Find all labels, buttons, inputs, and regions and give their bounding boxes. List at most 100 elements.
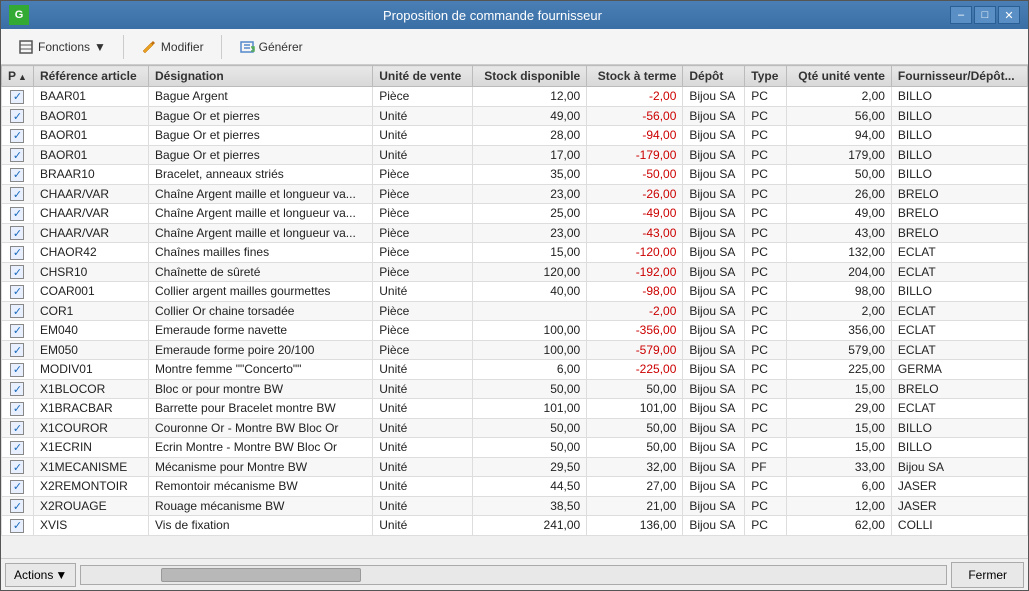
fonctions-button[interactable]: Fonctions ▼ <box>9 33 115 61</box>
maximize-button[interactable]: □ <box>974 6 996 24</box>
row-depot: Bijou SA <box>683 399 745 419</box>
row-type: PC <box>745 87 787 107</box>
generer-button[interactable]: Générer <box>230 33 312 61</box>
row-checkbox[interactable]: ✓ <box>2 379 34 399</box>
table-row[interactable]: ✓X1COURORCouronne Or - Montre BW Bloc Or… <box>2 418 1028 438</box>
row-checkbox[interactable]: ✓ <box>2 126 34 146</box>
table-row[interactable]: ✓BAAR01Bague ArgentPièce12,00-2,00Bijou … <box>2 87 1028 107</box>
row-checkbox[interactable]: ✓ <box>2 301 34 321</box>
row-depot: Bijou SA <box>683 457 745 477</box>
table-row[interactable]: ✓EM050Emeraude forme poire 20/100Pièce10… <box>2 340 1028 360</box>
table-row[interactable]: ✓CHAAR/VARChaîne Argent maille et longue… <box>2 184 1028 204</box>
table-row[interactable]: ✓X1BLOCORBloc or pour montre BWUnité50,0… <box>2 379 1028 399</box>
col-stock-terme[interactable]: Stock à terme <box>587 66 683 87</box>
table-row[interactable]: ✓BRAAR10Bracelet, anneaux striésPièce35,… <box>2 165 1028 185</box>
table-row[interactable]: ✓COR1Collier Or chaine torsadéePièce-2,0… <box>2 301 1028 321</box>
row-depot: Bijou SA <box>683 106 745 126</box>
table-row[interactable]: ✓X2ROUAGERouage mécanisme BWUnité38,5021… <box>2 496 1028 516</box>
table-row[interactable]: ✓MODIV01Montre femme ""Concerto""Unité6,… <box>2 360 1028 380</box>
col-fournisseur[interactable]: Fournisseur/Dépôt... <box>891 66 1027 87</box>
row-type: PC <box>745 301 787 321</box>
col-stock-dispo[interactable]: Stock disponible <box>472 66 586 87</box>
table-row[interactable]: ✓COAR001Collier argent mailles gourmette… <box>2 282 1028 302</box>
row-checkbox[interactable]: ✓ <box>2 477 34 497</box>
row-checkbox[interactable]: ✓ <box>2 282 34 302</box>
row-checkbox[interactable]: ✓ <box>2 243 34 263</box>
actions-dropdown-arrow: ▼ <box>55 568 67 582</box>
col-type[interactable]: Type <box>745 66 787 87</box>
table-row[interactable]: ✓CHAAR/VARChaîne Argent maille et longue… <box>2 223 1028 243</box>
row-checkbox[interactable]: ✓ <box>2 418 34 438</box>
scroll-thumb[interactable] <box>161 568 361 582</box>
col-qte-unite[interactable]: Qté unité vente <box>787 66 892 87</box>
row-type: PC <box>745 438 787 458</box>
table-row[interactable]: ✓X1BRACBARBarrette pour Bracelet montre … <box>2 399 1028 419</box>
table-row[interactable]: ✓X2REMONTOIRRemontoir mécanisme BWUnité4… <box>2 477 1028 497</box>
col-depot[interactable]: Dépôt <box>683 66 745 87</box>
col-reference[interactable]: Référence article <box>33 66 148 87</box>
row-stock-dispo: 100,00 <box>472 340 586 360</box>
row-checkbox[interactable]: ✓ <box>2 87 34 107</box>
row-reference: CHAAR/VAR <box>33 223 148 243</box>
row-checkbox[interactable]: ✓ <box>2 438 34 458</box>
row-checkbox[interactable]: ✓ <box>2 145 34 165</box>
row-checkbox[interactable]: ✓ <box>2 457 34 477</box>
row-checkbox[interactable]: ✓ <box>2 184 34 204</box>
row-checkbox[interactable]: ✓ <box>2 223 34 243</box>
toolbar: Fonctions ▼ Modifier <box>1 29 1028 65</box>
modifier-button[interactable]: Modifier <box>132 33 213 61</box>
table-container: P▲ Référence article Désignation Unité d… <box>1 65 1028 558</box>
row-stock-dispo: 23,00 <box>472 184 586 204</box>
fermer-button[interactable]: Fermer <box>951 562 1024 588</box>
data-table: P▲ Référence article Désignation Unité d… <box>1 65 1028 536</box>
row-fournisseur: BILLO <box>891 145 1027 165</box>
checkbox-icon: ✓ <box>10 109 24 123</box>
row-checkbox[interactable]: ✓ <box>2 204 34 224</box>
row-type: PC <box>745 340 787 360</box>
row-stock-dispo: 50,00 <box>472 418 586 438</box>
row-checkbox[interactable]: ✓ <box>2 399 34 419</box>
row-checkbox[interactable]: ✓ <box>2 165 34 185</box>
table-scroll[interactable]: P▲ Référence article Désignation Unité d… <box>1 65 1028 558</box>
checkbox-icon: ✓ <box>10 382 24 396</box>
row-checkbox[interactable]: ✓ <box>2 321 34 341</box>
table-row[interactable]: ✓BAOR01Bague Or et pierresUnité49,00-56,… <box>2 106 1028 126</box>
row-reference: X1ECRIN <box>33 438 148 458</box>
modifier-label: Modifier <box>161 40 204 54</box>
actions-button[interactable]: Actions ▼ <box>5 563 76 587</box>
main-window: G Proposition de commande fournisseur – … <box>0 0 1029 591</box>
row-checkbox[interactable]: ✓ <box>2 340 34 360</box>
row-checkbox[interactable]: ✓ <box>2 496 34 516</box>
bottom-bar: Actions ▼ Fermer <box>1 558 1028 590</box>
table-row[interactable]: ✓XVISVis de fixationUnité241,00136,00Bij… <box>2 516 1028 536</box>
row-fournisseur: BILLO <box>891 282 1027 302</box>
row-fournisseur: ECLAT <box>891 243 1027 263</box>
col-unite[interactable]: Unité de vente <box>373 66 473 87</box>
table-row[interactable]: ✓CHAAR/VARChaîne Argent maille et longue… <box>2 204 1028 224</box>
table-row[interactable]: ✓BAOR01Bague Or et pierresUnité28,00-94,… <box>2 126 1028 146</box>
row-stock-terme: -179,00 <box>587 145 683 165</box>
col-designation[interactable]: Désignation <box>149 66 373 87</box>
modifier-icon <box>141 39 157 55</box>
row-checkbox[interactable]: ✓ <box>2 516 34 536</box>
row-checkbox[interactable]: ✓ <box>2 106 34 126</box>
row-reference: X1BRACBAR <box>33 399 148 419</box>
checkbox-icon: ✓ <box>10 519 24 533</box>
table-row[interactable]: ✓CHSR10Chaînette de sûretéPièce120,00-19… <box>2 262 1028 282</box>
close-button[interactable]: ✕ <box>998 6 1020 24</box>
horizontal-scrollbar[interactable] <box>80 565 947 585</box>
checkbox-icon: ✓ <box>10 324 24 338</box>
checkbox-icon: ✓ <box>10 304 24 318</box>
row-checkbox[interactable]: ✓ <box>2 360 34 380</box>
table-row[interactable]: ✓CHAOR42Chaînes mailles finesPièce15,00-… <box>2 243 1028 263</box>
minimize-button[interactable]: – <box>950 6 972 24</box>
table-row[interactable]: ✓X1ECRINEcrin Montre - Montre BW Bloc Or… <box>2 438 1028 458</box>
col-p[interactable]: P▲ <box>2 66 34 87</box>
row-stock-terme: 21,00 <box>587 496 683 516</box>
row-checkbox[interactable]: ✓ <box>2 262 34 282</box>
row-depot: Bijou SA <box>683 360 745 380</box>
table-row[interactable]: ✓X1MECANISMEMécanisme pour Montre BWUnit… <box>2 457 1028 477</box>
row-reference: CHAAR/VAR <box>33 184 148 204</box>
table-row[interactable]: ✓BAOR01Bague Or et pierresUnité17,00-179… <box>2 145 1028 165</box>
table-row[interactable]: ✓EM040Emeraude forme navettePièce100,00-… <box>2 321 1028 341</box>
